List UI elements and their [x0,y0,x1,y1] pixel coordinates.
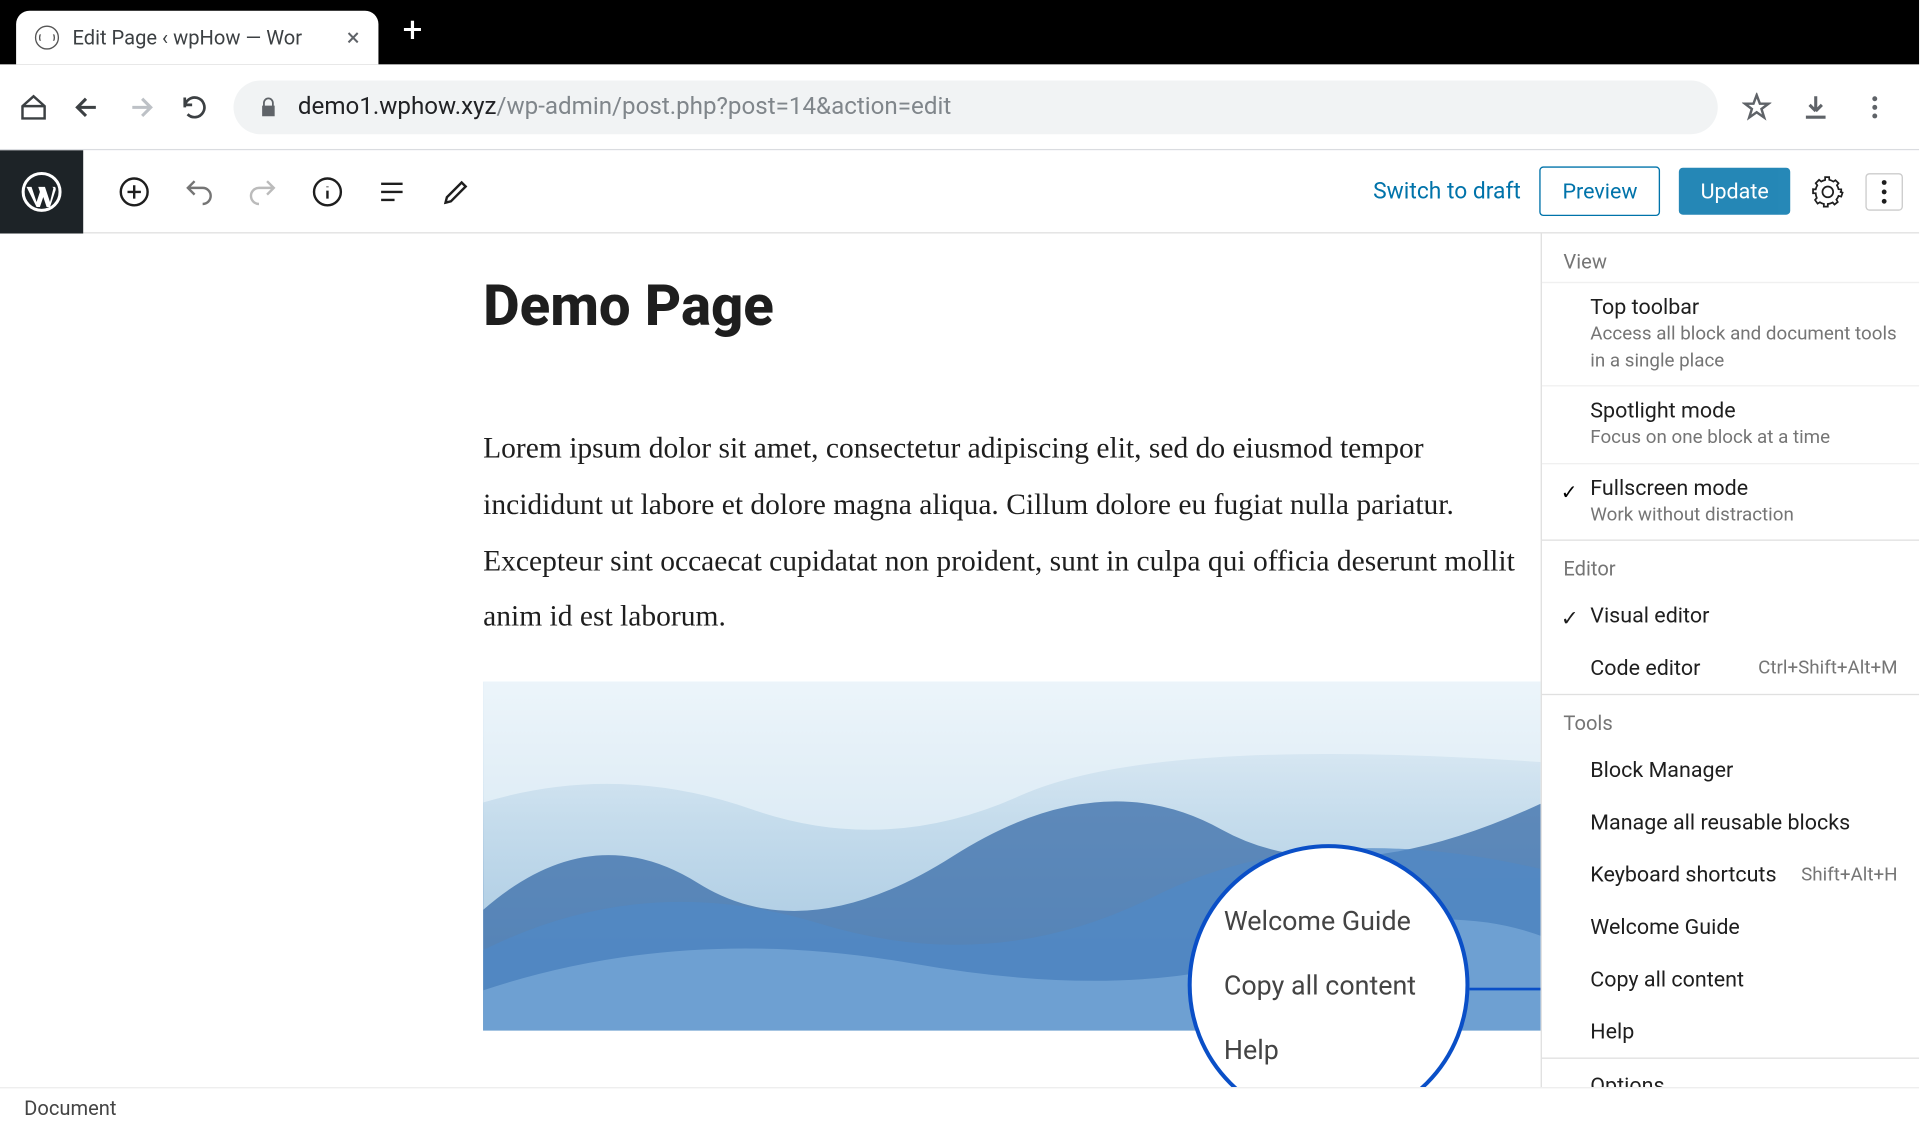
undo-button[interactable] [180,172,218,210]
home-icon[interactable] [19,92,49,122]
options-menu-button[interactable] [1865,172,1903,210]
browser-menu-icon[interactable] [1860,92,1890,122]
address-bar[interactable]: demo1.wphow.xyz/wp-admin/post.php?post=1… [234,80,1718,134]
menu-top-toolbar[interactable]: Top toolbar Access all block and documen… [1542,282,1919,386]
section-tools-label: Tools [1542,696,1919,744]
menu-spotlight-desc: Focus on one block at a time [1590,426,1897,452]
magnifier-welcome: Welcome Guide [1224,905,1466,937]
menu-code-editor-label: Code editor [1590,655,1700,680]
magnifier-highlight: Welcome Guide Copy all content Help [1188,844,1470,1126]
menu-top-toolbar-desc: Access all block and document tools in a… [1590,322,1897,375]
new-tab-button[interactable]: + [403,11,423,51]
url-host: demo1.wphow.xyz [298,93,497,121]
wordpress-logo[interactable] [0,150,83,233]
tab-title: Edit Page ‹ wpHow — Wor [72,25,333,49]
wp-toolbar-left [83,172,475,210]
forward-icon[interactable] [126,92,156,122]
options-menu-panel: View Top toolbar Access all block and do… [1541,234,1919,1088]
menu-welcome-guide[interactable]: Welcome Guide [1542,901,1919,953]
switch-to-draft-button[interactable]: Switch to draft [1373,178,1521,205]
url-path: /wp-admin/post.php?post=14&action=edit [497,93,952,121]
check-icon: ✓ [1561,480,1578,504]
menu-copy-all-content[interactable]: Copy all content [1542,953,1919,1005]
wp-editor-toolbar: Switch to draft Preview Update [0,150,1919,233]
menu-visual-editor-label: Visual editor [1590,603,1709,628]
back-icon[interactable] [72,92,102,122]
lock-icon [258,96,279,117]
magnifier-help: Help [1224,1033,1466,1065]
menu-manage-reusable[interactable]: Manage all reusable blocks [1542,796,1919,848]
section-view-label: View [1542,234,1919,282]
globe-icon [35,25,59,49]
wp-toolbar-right: Switch to draft Preview Update [1373,166,1919,216]
menu-fullscreen-title: Fullscreen mode [1590,475,1897,500]
menu-code-editor[interactable]: Code editor Ctrl+Shift+Alt+M [1542,642,1919,694]
code-editor-shortcut: Ctrl+Shift+Alt+M [1758,657,1897,678]
url-text: demo1.wphow.xyz/wp-admin/post.php?post=1… [298,93,951,121]
section-editor-label: Editor [1542,541,1919,589]
editor-body: Demo Page Lorem ipsum dolor sit amet, co… [0,234,1919,1088]
download-icon[interactable] [1801,92,1831,122]
settings-icon[interactable] [1809,172,1847,210]
add-block-button[interactable] [115,172,153,210]
menu-fullscreen[interactable]: ✓ Fullscreen mode Work without distracti… [1542,463,1919,540]
info-button[interactable] [309,172,347,210]
redo-button[interactable] [244,172,282,210]
keyboard-shortcut-key: Shift+Alt+H [1801,864,1897,885]
reload-icon[interactable] [180,92,210,122]
edit-button[interactable] [437,172,475,210]
close-tab-icon[interactable]: × [347,23,360,51]
menu-keyboard-shortcuts[interactable]: Keyboard shortcuts Shift+Alt+H [1542,849,1919,901]
star-icon[interactable] [1742,92,1772,122]
outline-button[interactable] [373,172,411,210]
menu-block-manager[interactable]: Block Manager [1542,744,1919,796]
browser-nav-bar: demo1.wphow.xyz/wp-admin/post.php?post=1… [0,64,1919,150]
menu-spotlight-title: Spotlight mode [1590,397,1897,422]
update-button[interactable]: Update [1679,168,1790,215]
menu-fullscreen-desc: Work without distraction [1590,503,1897,529]
menu-visual-editor[interactable]: ✓ Visual editor [1542,590,1919,642]
menu-top-toolbar-title: Top toolbar [1590,294,1897,319]
browser-right-icons [1742,92,1900,122]
status-document-label: Document [24,1096,116,1120]
browser-tab-bar: Edit Page ‹ wpHow — Wor × + [0,0,1919,64]
preview-button[interactable]: Preview [1540,166,1661,216]
menu-help[interactable]: Help [1542,1006,1919,1058]
magnifier-copy-all: Copy all content [1224,969,1466,1001]
status-bar: Document [0,1087,1919,1127]
page-body-text[interactable]: Lorem ipsum dolor sit amet, consectetur … [483,420,1543,644]
browser-tab[interactable]: Edit Page ‹ wpHow — Wor × [16,11,378,65]
check-icon: ✓ [1561,606,1579,631]
menu-spotlight[interactable]: Spotlight mode Focus on one block at a t… [1542,385,1919,462]
